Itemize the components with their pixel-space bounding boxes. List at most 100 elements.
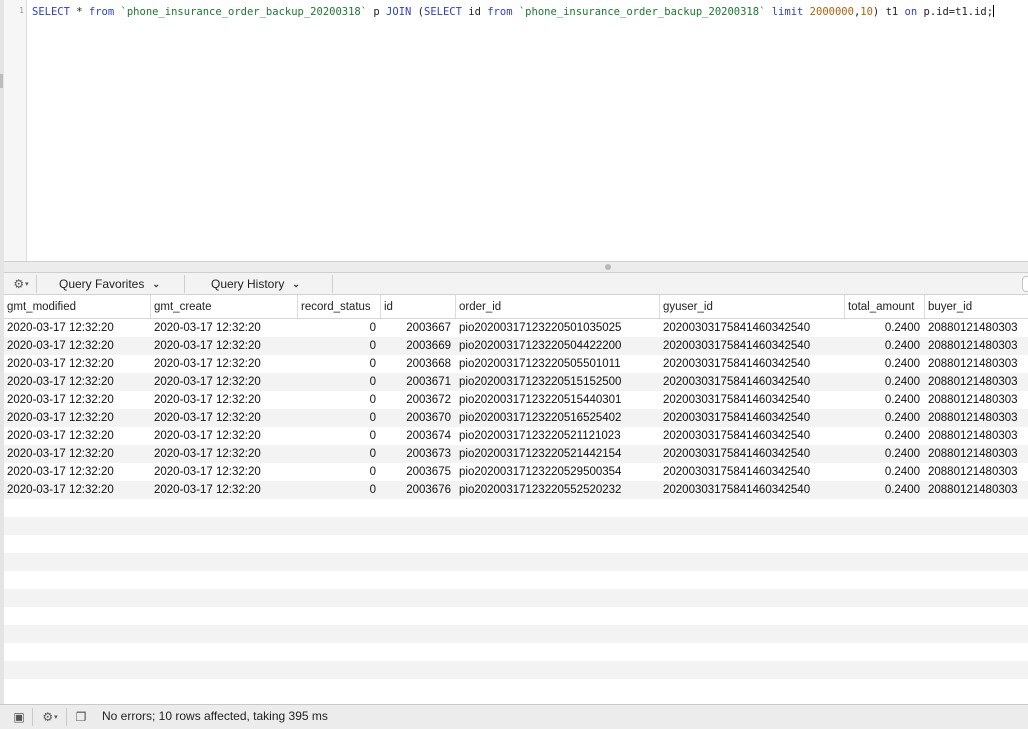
cell-gmt-create[interactable]: 2020-03-17 12:32:20 — [151, 319, 298, 337]
cell-gmt-create[interactable]: 2020-03-17 12:32:20 — [151, 463, 298, 481]
cell-order-id[interactable]: pio20200317123220521121023 — [456, 427, 660, 445]
cell-id[interactable]: 2003673 — [381, 445, 456, 463]
cell-gyuser-id[interactable]: 20200303175841460342540 — [660, 409, 845, 427]
cell-order-id[interactable]: pio20200317123220501035025 — [456, 319, 660, 337]
cell-gyuser-id[interactable]: 20200303175841460342540 — [660, 391, 845, 409]
cell-buyer-id[interactable]: 20880121480303 — [925, 481, 1028, 499]
cell-gmt-create[interactable]: 2020-03-17 12:32:20 — [151, 373, 298, 391]
copy-results-button[interactable]: ❐ — [70, 708, 92, 726]
cell-gyuser-id[interactable]: 20200303175841460342540 — [660, 445, 845, 463]
cell-gmt-modified[interactable]: 2020-03-17 12:32:20 — [4, 445, 151, 463]
cell-gyuser-id[interactable]: 20200303175841460342540 — [660, 463, 845, 481]
cell-total-amount[interactable]: 0.2400 — [845, 481, 925, 499]
cell-record-status[interactable]: 0 — [298, 337, 381, 355]
cell-record-status[interactable]: 0 — [298, 481, 381, 499]
cell-total-amount[interactable]: 0.2400 — [845, 445, 925, 463]
cell-buyer-id[interactable]: 20880121480303 — [925, 337, 1028, 355]
toggle-panel-button[interactable]: ▣ — [8, 708, 30, 726]
cell-gyuser-id[interactable]: 20200303175841460342540 — [660, 373, 845, 391]
cell-gyuser-id[interactable]: 20200303175841460342540 — [660, 355, 845, 373]
cell-total-amount[interactable]: 0.2400 — [845, 463, 925, 481]
cell-record-status[interactable]: 0 — [298, 373, 381, 391]
cell-gyuser-id[interactable]: 20200303175841460342540 — [660, 481, 845, 499]
splitter-grip-handle[interactable] — [605, 264, 611, 270]
toolbar-overflow-control[interactable] — [1022, 276, 1028, 292]
cell-order-id[interactable]: pio20200317123220505501011 — [456, 355, 660, 373]
cell-gmt-create[interactable]: 2020-03-17 12:32:20 — [151, 337, 298, 355]
column-header-order-id[interactable]: order_id — [456, 295, 660, 318]
query-text[interactable]: SELECT * from `phone_insurance_order_bac… — [32, 5, 995, 19]
cell-buyer-id[interactable]: 20880121480303 — [925, 427, 1028, 445]
cell-id[interactable]: 2003668 — [381, 355, 456, 373]
cell-gmt-modified[interactable]: 2020-03-17 12:32:20 — [4, 319, 151, 337]
table-row[interactable]: 2020-03-17 12:32:20 2020-03-17 12:32:20 0 2… — [4, 391, 1028, 409]
cell-record-status[interactable]: 0 — [298, 445, 381, 463]
cell-gmt-modified[interactable]: 2020-03-17 12:32:20 — [4, 355, 151, 373]
results-actions-gear-button[interactable]: ⚙ ▾ — [36, 708, 64, 726]
cell-gmt-create[interactable]: 2020-03-17 12:32:20 — [151, 409, 298, 427]
cell-gmt-modified[interactable]: 2020-03-17 12:32:20 — [4, 391, 151, 409]
editor-results-splitter[interactable] — [4, 261, 1028, 273]
column-header-id[interactable]: id — [381, 295, 456, 318]
cell-total-amount[interactable]: 0.2400 — [845, 337, 925, 355]
column-header-buyer-id[interactable]: buyer_id — [925, 295, 1028, 318]
cell-record-status[interactable]: 0 — [298, 319, 381, 337]
table-row[interactable]: 2020-03-17 12:32:20 2020-03-17 12:32:20 0 2… — [4, 319, 1028, 337]
cell-id[interactable]: 2003671 — [381, 373, 456, 391]
cell-id[interactable]: 2003670 — [381, 409, 456, 427]
cell-gmt-modified[interactable]: 2020-03-17 12:32:20 — [4, 481, 151, 499]
cell-gmt-modified[interactable]: 2020-03-17 12:32:20 — [4, 373, 151, 391]
cell-order-id[interactable]: pio20200317123220516525402 — [456, 409, 660, 427]
table-row[interactable]: 2020-03-17 12:32:20 2020-03-17 12:32:20 0 2… — [4, 481, 1028, 499]
table-row[interactable]: 2020-03-17 12:32:20 2020-03-17 12:32:20 0 2… — [4, 337, 1028, 355]
cell-record-status[interactable]: 0 — [298, 391, 381, 409]
cell-buyer-id[interactable]: 20880121480303 — [925, 373, 1028, 391]
cell-id[interactable]: 2003675 — [381, 463, 456, 481]
cell-record-status[interactable]: 0 — [298, 409, 381, 427]
cell-id[interactable]: 2003667 — [381, 319, 456, 337]
cell-total-amount[interactable]: 0.2400 — [845, 373, 925, 391]
cell-gmt-modified[interactable]: 2020-03-17 12:32:20 — [4, 337, 151, 355]
query-editor[interactable]: 1 SELECT * from `phone_insurance_order_b… — [4, 0, 1028, 261]
cell-record-status[interactable]: 0 — [298, 355, 381, 373]
table-row[interactable]: 2020-03-17 12:32:20 2020-03-17 12:32:20 0 2… — [4, 355, 1028, 373]
cell-gmt-modified[interactable]: 2020-03-17 12:32:20 — [4, 409, 151, 427]
table-row[interactable]: 2020-03-17 12:32:20 2020-03-17 12:32:20 0 2… — [4, 445, 1028, 463]
cell-total-amount[interactable]: 0.2400 — [845, 427, 925, 445]
cell-buyer-id[interactable]: 20880121480303 — [925, 391, 1028, 409]
cell-total-amount[interactable]: 0.2400 — [845, 409, 925, 427]
cell-id[interactable]: 2003676 — [381, 481, 456, 499]
cell-id[interactable]: 2003669 — [381, 337, 456, 355]
cell-total-amount[interactable]: 0.2400 — [845, 319, 925, 337]
cell-total-amount[interactable]: 0.2400 — [845, 391, 925, 409]
cell-order-id[interactable]: pio20200317123220529500354 — [456, 463, 660, 481]
cell-gmt-modified[interactable]: 2020-03-17 12:32:20 — [4, 427, 151, 445]
cell-gmt-create[interactable]: 2020-03-17 12:32:20 — [151, 445, 298, 463]
cell-order-id[interactable]: pio20200317123220504422200 — [456, 337, 660, 355]
column-header-gmt-create[interactable]: gmt_create — [151, 295, 298, 318]
table-row[interactable]: 2020-03-17 12:32:20 2020-03-17 12:32:20 0 2… — [4, 373, 1028, 391]
query-favorites-button[interactable]: Query Favorites ⌄ — [59, 275, 160, 293]
cell-record-status[interactable]: 0 — [298, 427, 381, 445]
cell-order-id[interactable]: pio20200317123220521442154 — [456, 445, 660, 463]
cell-id[interactable]: 2003672 — [381, 391, 456, 409]
column-header-gyuser-id[interactable]: gyuser_id — [660, 295, 845, 318]
table-row[interactable]: 2020-03-17 12:32:20 2020-03-17 12:32:20 0 2… — [4, 427, 1028, 445]
cell-gmt-create[interactable]: 2020-03-17 12:32:20 — [151, 427, 298, 445]
cell-buyer-id[interactable]: 20880121480303 — [925, 319, 1028, 337]
results-table[interactable]: gmt_modified gmt_create record_status id ord… — [4, 295, 1028, 704]
cell-buyer-id[interactable]: 20880121480303 — [925, 355, 1028, 373]
cell-id[interactable]: 2003674 — [381, 427, 456, 445]
query-actions-gear-button[interactable]: ⚙ ▾ — [8, 276, 34, 292]
cell-total-amount[interactable]: 0.2400 — [845, 355, 925, 373]
cell-order-id[interactable]: pio20200317123220515152500 — [456, 373, 660, 391]
cell-gmt-create[interactable]: 2020-03-17 12:32:20 — [151, 391, 298, 409]
cell-order-id[interactable]: pio20200317123220515440301 — [456, 391, 660, 409]
column-header-gmt-modified[interactable]: gmt_modified — [4, 295, 151, 318]
cell-gyuser-id[interactable]: 20200303175841460342540 — [660, 319, 845, 337]
cell-gmt-create[interactable]: 2020-03-17 12:32:20 — [151, 355, 298, 373]
column-header-record-status[interactable]: record_status — [298, 295, 381, 318]
cell-gmt-modified[interactable]: 2020-03-17 12:32:20 — [4, 463, 151, 481]
cell-order-id[interactable]: pio20200317123220552520232 — [456, 481, 660, 499]
cell-gyuser-id[interactable]: 20200303175841460342540 — [660, 337, 845, 355]
